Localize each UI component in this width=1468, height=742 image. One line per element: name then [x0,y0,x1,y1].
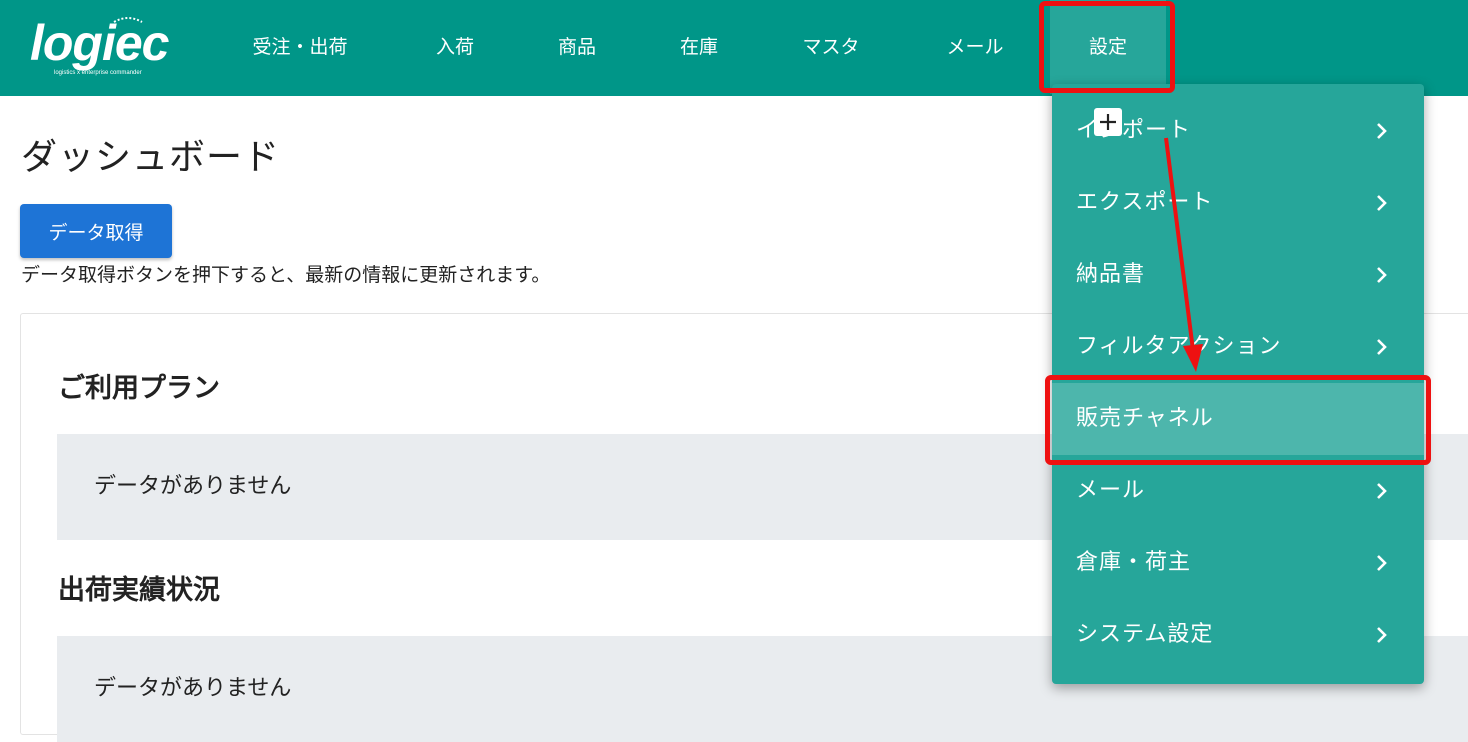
chevron-right-icon [1377,195,1387,211]
chevron-right-icon [1377,627,1387,643]
menu-item-delivery-note[interactable]: 納品書 [1052,239,1424,311]
nav-receiving[interactable]: 入荷 [400,0,510,94]
menu-item-label: 納品書 [1076,262,1146,287]
menu-item-mail[interactable]: メール [1052,455,1424,527]
chevron-right-icon [1377,339,1387,355]
nav-master[interactable]: マスタ [776,0,886,94]
top-navbar: logiec logistics x enterprise commander … [0,0,1468,96]
empty-message: データがありません [94,676,292,701]
nav-inventory[interactable]: 在庫 [644,0,754,94]
menu-item-filter-action[interactable]: フィルタアクション [1052,311,1424,383]
svg-text:logiec: logiec [30,15,170,71]
nav-products[interactable]: 商品 [522,0,632,94]
logo-graphic: logiec logistics x enterprise commander [30,15,171,76]
menu-item-label: メール [1076,478,1146,503]
chevron-right-icon [1377,483,1387,499]
menu-item-label: フィルタアクション [1076,334,1282,359]
menu-item-label: 倉庫・荷主 [1076,550,1192,575]
svg-text:logistics x enterprise command: logistics x enterprise commander [54,70,142,76]
section-title-plan: ご利用プラン [58,373,220,404]
settings-dropdown-menu: インポート エクスポート 納品書 フィルタアクション 販売チャネル メール 倉庫… [1052,84,1424,684]
menu-item-warehouse-shipper[interactable]: 倉庫・荷主 [1052,527,1424,599]
page-title: ダッシュボード [21,137,281,178]
nav-settings[interactable]: 設定 [1050,0,1166,94]
nav-orders-shipping[interactable]: 受注・出荷 [230,0,370,94]
chevron-right-icon [1377,123,1387,139]
fetch-data-button[interactable]: データ取得 [20,204,172,258]
nav-mail[interactable]: メール [920,0,1030,94]
empty-message: データがありません [94,474,292,499]
help-text: データ取得ボタンを押下すると、最新の情報に更新されます。 [21,264,551,286]
logiec-logo[interactable]: logiec logistics x enterprise commander [30,14,195,78]
chevron-right-icon [1377,555,1387,571]
menu-item-export[interactable]: エクスポート [1052,167,1424,239]
menu-item-label: 販売チャネル [1076,406,1214,431]
chevron-right-icon [1377,267,1387,283]
plus-icon [1094,108,1122,136]
menu-item-sales-channel[interactable]: 販売チャネル [1052,383,1424,455]
section-title-shipping-results: 出荷実績状況 [58,575,220,606]
menu-item-system-settings[interactable]: システム設定 [1052,599,1424,671]
menu-item-label: エクスポート [1076,190,1214,215]
menu-item-label: システム設定 [1076,622,1214,647]
